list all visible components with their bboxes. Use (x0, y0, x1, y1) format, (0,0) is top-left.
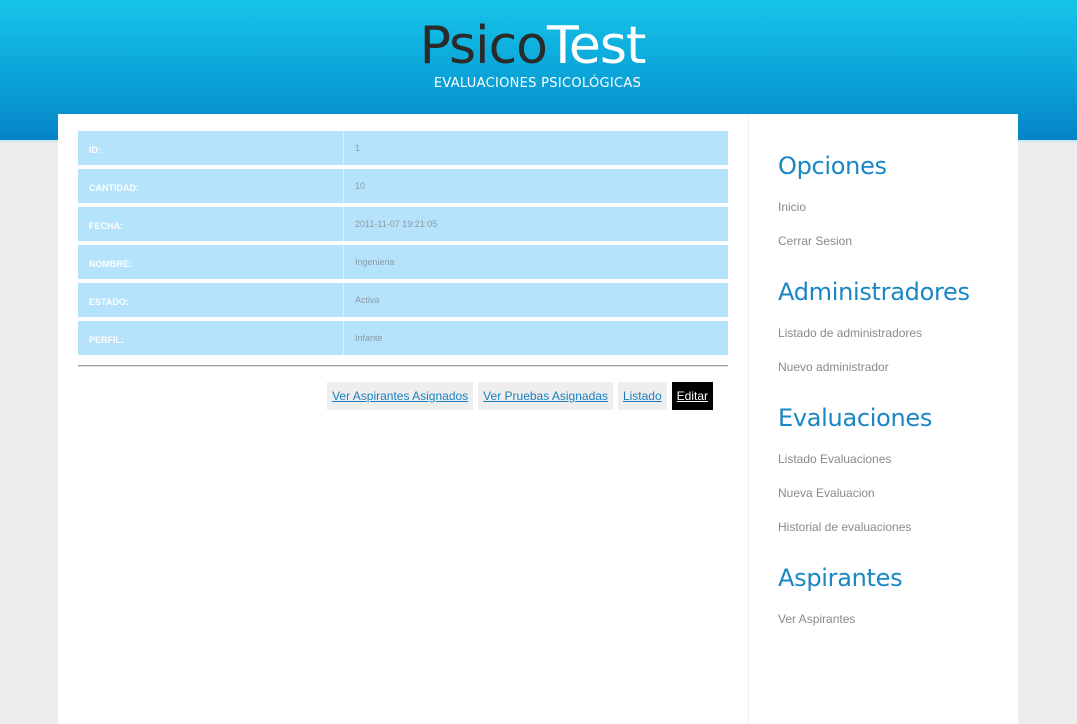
logo-text-psico: Psico (419, 16, 548, 76)
ver-pruebas-asignadas-link[interactable]: Ver Pruebas Asignadas (478, 382, 613, 410)
sidebar: Opciones Inicio Cerrar Sesion Administra… (778, 150, 1008, 654)
sidebar-link-nueva-evaluacion[interactable]: Nueva Evaluacion (778, 485, 1008, 501)
row-value-id: 1 (344, 131, 728, 165)
evaluation-detail-table: ID: 1 CANTIDAD: 10 FECHA: 2011-11-07 19:… (78, 127, 728, 359)
main-content: ID: 1 CANTIDAD: 10 FECHA: 2011-11-07 19:… (78, 131, 728, 410)
logo-text-test: Test (546, 16, 646, 76)
sidebar-link-historial-evaluaciones[interactable]: Historial de evaluaciones (778, 519, 1008, 535)
sidebar-link-nuevo-administrador[interactable]: Nuevo administrador (778, 359, 1008, 375)
sidebar-link-listado-administradores[interactable]: Listado de administradores (778, 325, 1008, 341)
row-label-estado: ESTADO: (78, 283, 344, 317)
sidebar-link-cerrar-sesion[interactable]: Cerrar Sesion (778, 233, 1008, 249)
row-value-nombre: Ingenieria (344, 245, 728, 279)
logo-subtitle: EVALUACIONES PSICOLÓGICAS (433, 76, 642, 91)
sidebar-section-evaluaciones: Evaluaciones Listado Evaluaciones Nueva … (778, 402, 1008, 535)
table-row: CANTIDAD: 10 (78, 169, 728, 203)
sidebar-link-inicio[interactable]: Inicio (778, 199, 1008, 215)
row-label-cantidad: CANTIDAD: (78, 169, 344, 203)
table-row: ID: 1 (78, 131, 728, 165)
row-value-cantidad: 10 (344, 169, 728, 203)
table-row: NOMBRE: Ingenieria (78, 245, 728, 279)
logo-text: PsicoTest (419, 14, 647, 78)
table-row: FECHA: 2011-11-07 19:21:05 (78, 207, 728, 241)
listado-link[interactable]: Listado (617, 382, 667, 410)
sidebar-divider (748, 114, 749, 724)
sidebar-section-aspirantes: Aspirantes Ver Aspirantes (778, 562, 1008, 627)
row-value-estado: Activa (344, 283, 728, 317)
row-value-perfil: Infante (344, 321, 728, 355)
sidebar-title-aspirantes: Aspirantes (778, 564, 903, 592)
sidebar-section-opciones: Opciones Inicio Cerrar Sesion (778, 150, 1008, 249)
sidebar-link-listado-evaluaciones[interactable]: Listado Evaluaciones (778, 451, 1008, 467)
row-value-fecha: 2011-11-07 19:21:05 (344, 207, 728, 241)
sidebar-section-administradores: Administradores Listado de administrador… (778, 276, 1008, 375)
sidebar-title-administradores: Administradores (778, 278, 970, 306)
sidebar-link-ver-aspirantes[interactable]: Ver Aspirantes (778, 611, 1008, 627)
table-row: ESTADO: Activa (78, 283, 728, 317)
row-label-fecha: FECHA: (78, 207, 344, 241)
row-label-nombre: NOMBRE: (78, 245, 344, 279)
row-label-perfil: PERFIL: (78, 321, 344, 355)
action-bar: Ver Aspirantes Asignados Ver Pruebas Asi… (327, 382, 713, 410)
page-container: ID: 1 CANTIDAD: 10 FECHA: 2011-11-07 19:… (58, 114, 1018, 724)
sidebar-title-evaluaciones: Evaluaciones (778, 404, 933, 432)
site-logo[interactable]: PsicoTest (0, 14, 1077, 78)
content-divider (78, 365, 728, 367)
sidebar-title-opciones: Opciones (778, 152, 887, 180)
row-label-id: ID: (78, 131, 344, 165)
editar-link[interactable]: Editar (671, 382, 713, 410)
ver-aspirantes-asignados-link[interactable]: Ver Aspirantes Asignados (327, 382, 474, 410)
table-row: PERFIL: Infante (78, 321, 728, 355)
